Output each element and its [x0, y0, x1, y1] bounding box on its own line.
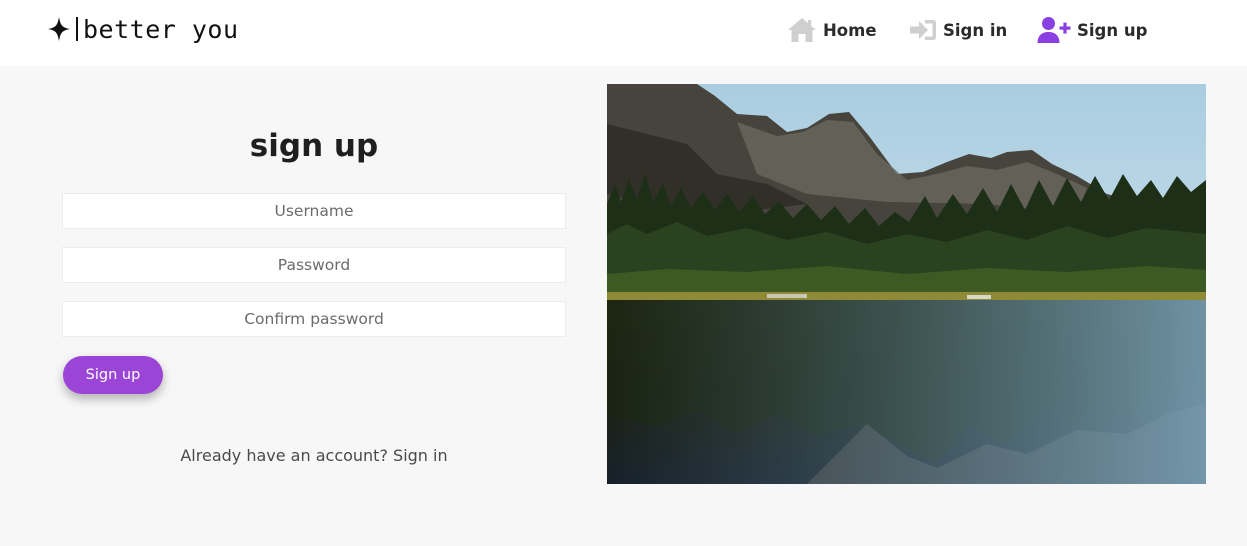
- house-icon: [788, 18, 816, 42]
- sign-up-button[interactable]: Sign up: [63, 356, 163, 394]
- sign-in-arrow-icon: [910, 20, 936, 40]
- nav-home-label: Home: [823, 20, 877, 40]
- signin-link[interactable]: Sign in: [393, 446, 448, 465]
- nav-signup-link[interactable]: Sign up: [1037, 15, 1147, 45]
- signin-prompt-text: Already have an account?: [180, 446, 388, 465]
- brand-name: better you: [83, 14, 239, 44]
- brand-divider: [76, 17, 78, 41]
- nav-home-link[interactable]: Home: [787, 15, 877, 45]
- username-field[interactable]: [62, 193, 566, 229]
- nav-signin-label: Sign in: [943, 20, 1008, 40]
- signin-prompt: Already have an account? Sign in: [62, 446, 566, 465]
- confirm-password-field[interactable]: [62, 301, 566, 337]
- nav-signup-label: Sign up: [1077, 20, 1148, 40]
- user-plus-icon: [1037, 17, 1071, 43]
- mountain-lake-reflection-photo: [607, 84, 1206, 484]
- brand-logo[interactable]: better you: [48, 13, 239, 45]
- password-field[interactable]: [62, 247, 566, 283]
- four-point-star-icon: [48, 17, 70, 41]
- page-title: sign up: [249, 128, 379, 164]
- navbar: better you Home Sign in Sign up: [0, 0, 1247, 66]
- nav-signin-link[interactable]: Sign in: [909, 15, 1007, 45]
